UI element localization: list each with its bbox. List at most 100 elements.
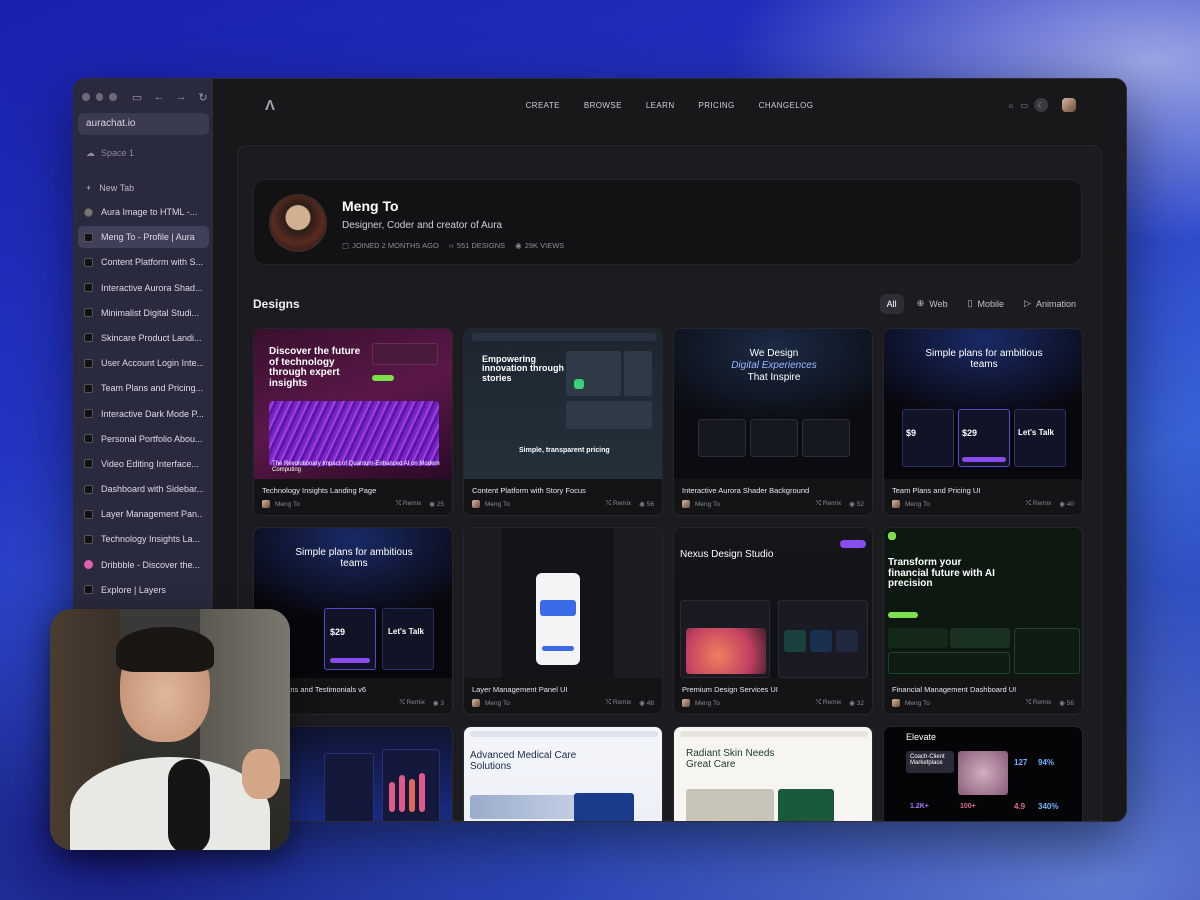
sidebar-tab[interactable]: Technology Insights La... bbox=[78, 528, 209, 550]
author-avatar bbox=[892, 699, 900, 707]
favicon-icon bbox=[84, 509, 93, 519]
sidebar-tab[interactable]: Content Platform with S... bbox=[78, 251, 209, 273]
forward-arrow-icon[interactable]: → bbox=[175, 91, 187, 104]
nav-link-learn[interactable]: LEARN bbox=[646, 101, 675, 110]
design-card[interactable]: Elevate Coach-Client Marketplace 127 94%… bbox=[883, 726, 1083, 821]
tab-label: Minimalist Digital Studi... bbox=[101, 307, 200, 318]
remix-icon: ⤭ bbox=[815, 500, 823, 507]
eye-icon: ◉ bbox=[849, 501, 857, 508]
design-thumbnail: Advanced Medical Care Solutions bbox=[464, 727, 662, 821]
sidebar-tab[interactable]: Interactive Dark Mode P... bbox=[78, 403, 209, 425]
design-card[interactable]: We Design Digital Experiences That Inspi… bbox=[673, 328, 873, 516]
webcam-overlay bbox=[50, 609, 290, 850]
remix-label[interactable]: Remix bbox=[1033, 500, 1051, 507]
card-views: 56 bbox=[646, 501, 654, 508]
filter-web-label: Web bbox=[929, 298, 948, 309]
sidebar-toggle-icon[interactable]: ▭ bbox=[131, 91, 143, 104]
design-thumbnail: Elevate Coach-Client Marketplace 127 94%… bbox=[884, 727, 1082, 821]
sidebar-tab[interactable]: Meng To - Profile | Aura bbox=[78, 226, 209, 249]
design-card[interactable]: Simple plans for ambitious teams $9 $29 … bbox=[883, 328, 1083, 516]
nav-link-browse[interactable]: BROWSE bbox=[584, 101, 622, 110]
author-avatar bbox=[262, 500, 270, 508]
microphone-icon bbox=[168, 759, 210, 850]
close-window-button[interactable] bbox=[82, 93, 90, 101]
card-author: Meng To bbox=[905, 699, 930, 707]
filter-animation-label: Animation bbox=[1035, 298, 1076, 309]
space-selector[interactable]: ☁ Space 1 bbox=[78, 145, 209, 161]
remix-label[interactable]: Remix bbox=[403, 500, 421, 507]
filter-mobile[interactable]: ▯ Mobile bbox=[961, 293, 1011, 314]
card-author: Meng To bbox=[695, 500, 720, 508]
favicon-icon bbox=[84, 283, 93, 293]
design-card[interactable]: Radiant Skin Needs Great Care bbox=[673, 726, 873, 821]
aura-logo-icon[interactable]: Λ bbox=[265, 97, 275, 114]
top-navigation: Λ CREATE BROWSE LEARN PRICING CHANGELOG … bbox=[213, 79, 1126, 131]
nav-link-create[interactable]: CREATE bbox=[526, 101, 560, 110]
reload-icon[interactable]: ↻ bbox=[197, 91, 209, 104]
sidebar-tab[interactable]: Skincare Product Landi... bbox=[78, 327, 209, 349]
remix-icon: ⤭ bbox=[1025, 500, 1033, 507]
author-avatar bbox=[682, 500, 690, 508]
eye-icon: ◉ bbox=[849, 700, 857, 707]
sidebar-tab[interactable]: Explore | Layers bbox=[78, 579, 209, 601]
minimize-window-button[interactable] bbox=[95, 93, 104, 101]
sidebar-tab[interactable]: Personal Portfolio Abou... bbox=[78, 428, 209, 450]
sidebar-tab[interactable]: User Account Login Inte... bbox=[78, 352, 209, 374]
card-views: 32 bbox=[856, 700, 864, 707]
maximize-window-button[interactable] bbox=[109, 93, 118, 101]
filter-all[interactable]: All bbox=[879, 293, 904, 314]
sidebar-tab[interactable]: Aura Image to HTML -... bbox=[78, 201, 209, 223]
designs-stat: 551 DESIGNS bbox=[456, 241, 506, 250]
design-card[interactable]: Nexus Design Studio Premium Design Servi… bbox=[673, 527, 873, 715]
eye-icon: ◉ bbox=[515, 241, 522, 250]
sidebar-tab[interactable]: Interactive Aurora Shad... bbox=[78, 277, 209, 299]
filter-animation[interactable]: ▷ Animation bbox=[1017, 293, 1083, 314]
remix-label[interactable]: Remix bbox=[1033, 699, 1051, 706]
design-card[interactable]: Transform your financial future with AI … bbox=[883, 527, 1083, 715]
nav-link-pricing[interactable]: PRICING bbox=[699, 101, 735, 110]
tab-label: Explore | Layers bbox=[101, 584, 166, 595]
globe-icon: ⊕ bbox=[916, 298, 925, 308]
design-card[interactable]: Advanced Medical Care Solutions bbox=[463, 726, 663, 821]
design-thumbnail: Simple plans for ambitious teams $9 $29 … bbox=[884, 329, 1082, 479]
sidebar-tab[interactable]: Video Editing Interface... bbox=[78, 453, 209, 475]
card-author: Meng To bbox=[485, 699, 510, 707]
design-card[interactable]: Layer Management Panel UI Meng To ⤭ Remix… bbox=[463, 527, 663, 715]
remix-label[interactable]: Remix bbox=[823, 699, 841, 706]
url-bar[interactable]: aurachat.io bbox=[78, 113, 209, 135]
thumb-heading: Radiant Skin Needs Great Care bbox=[686, 748, 775, 770]
views-stat: 29K VIEWS bbox=[524, 241, 565, 250]
price-2: Let's Talk bbox=[388, 627, 424, 636]
sidebar-tab[interactable]: Dribbble - Discover the... bbox=[78, 554, 209, 576]
profile-name: Meng To bbox=[342, 198, 399, 214]
monitor-icon[interactable]: ▭ bbox=[1020, 101, 1028, 110]
new-tab-button[interactable]: + New Tab bbox=[78, 179, 209, 197]
sidebar-tab[interactable]: Dashboard with Sidebar... bbox=[78, 478, 209, 500]
remix-label[interactable]: Remix bbox=[406, 699, 424, 706]
remix-label[interactable]: Remix bbox=[823, 500, 841, 507]
card-meta: Meng To ⤭ Remix ◉ 56 bbox=[472, 500, 654, 508]
sidebar-tab[interactable]: Team Plans and Pricing... bbox=[78, 377, 209, 399]
user-avatar[interactable] bbox=[1062, 98, 1076, 112]
moon-icon[interactable]: ☾ bbox=[1034, 98, 1048, 112]
thumb-heading: Transform your financial future with AI … bbox=[888, 557, 995, 589]
tab-label: Video Editing Interface... bbox=[101, 458, 199, 469]
remix-label[interactable]: Remix bbox=[613, 500, 631, 507]
sun-icon[interactable]: ☼ bbox=[1007, 101, 1014, 110]
card-meta: Meng To ⤭ Remix ◉ 40 bbox=[892, 500, 1074, 508]
nav-link-changelog[interactable]: CHANGELOG bbox=[759, 101, 814, 110]
stat-2: 94% bbox=[1038, 758, 1055, 767]
back-arrow-icon[interactable]: ← bbox=[153, 91, 165, 104]
code-icon: ‹› bbox=[448, 241, 454, 250]
tab-label: Skincare Product Landi... bbox=[101, 332, 202, 343]
design-thumbnail: We Design Digital Experiences That Inspi… bbox=[674, 329, 872, 479]
remix-label[interactable]: Remix bbox=[613, 699, 631, 706]
design-card[interactable]: Empowering innovation through stories Si… bbox=[463, 328, 663, 516]
card-author: Meng To bbox=[485, 500, 510, 508]
design-card[interactable]: Discover the future of technology throug… bbox=[253, 328, 453, 516]
filter-web[interactable]: ⊕ Web bbox=[910, 293, 955, 314]
sidebar-tab[interactable]: Layer Management Pan... bbox=[78, 503, 209, 525]
card-meta: Meng To ⤭ Remix ◉ 32 bbox=[682, 699, 864, 707]
card-views: 56 bbox=[1066, 700, 1074, 707]
sidebar-tab[interactable]: Minimalist Digital Studi... bbox=[78, 302, 209, 324]
